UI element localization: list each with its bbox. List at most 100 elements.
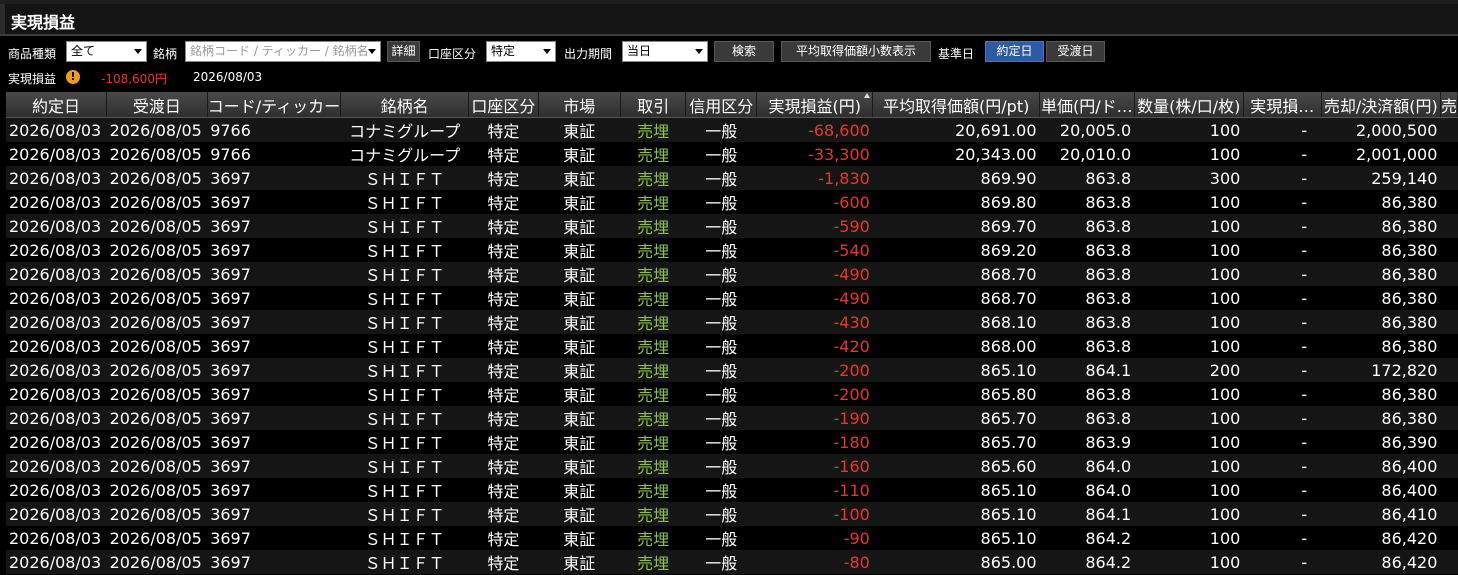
- cell-contract-date: 2026/08/03: [6, 334, 107, 358]
- cell-quantity: 100: [1134, 190, 1244, 214]
- cell-unit-price: 863.8: [1039, 286, 1135, 310]
- column-header-market[interactable]: 市場: [538, 92, 621, 118]
- cell-avg-price: 865.60: [872, 454, 1040, 478]
- cell-account-type: 特定: [468, 526, 538, 550]
- warning-icon[interactable]: !: [66, 70, 80, 84]
- column-header-unit-price[interactable]: 単価(円/ド…: [1039, 92, 1135, 118]
- cell-extra: [1440, 334, 1458, 358]
- cell-trade-type: 売埋: [620, 238, 686, 262]
- account-type-select[interactable]: 特定: [486, 41, 556, 62]
- cell-code: 3697: [207, 190, 341, 214]
- cell-realized-pl-2: -: [1243, 334, 1322, 358]
- table-row[interactable]: 2026/08/03 2026/08/05 3697 ＳＨＩＦＴ 特定 東証 売埋 一般 -60…: [6, 190, 1458, 214]
- table-row[interactable]: 2026/08/03 2026/08/05 3697 ＳＨＩＦＴ 特定 東証 売埋 一般 -49…: [6, 286, 1458, 310]
- cell-sell-amount: 86,380: [1321, 406, 1441, 430]
- table-row[interactable]: 2026/08/03 2026/08/05 3697 ＳＨＩＦＴ 特定 東証 売埋 一般 -42…: [6, 334, 1458, 358]
- title-accent: [0, 4, 5, 34]
- cell-stock-name: ＳＨＩＦＴ: [340, 238, 469, 262]
- cell-account-type: 特定: [468, 550, 538, 574]
- delivery-date-toggle[interactable]: 受渡日: [1046, 41, 1105, 62]
- title-bar: 実現損益: [0, 0, 1458, 36]
- cell-stock-name: ＳＨＩＦＴ: [340, 214, 469, 238]
- table-row[interactable]: 2026/08/03 2026/08/05 3697 ＳＨＩＦＴ 特定 東証 売埋 一般 -20…: [6, 382, 1458, 406]
- cell-delivery-date: 2026/08/05: [106, 382, 208, 406]
- cell-delivery-date: 2026/08/05: [106, 238, 208, 262]
- cell-stock-name: ＳＨＩＦＴ: [340, 190, 469, 214]
- table-row[interactable]: 2026/08/03 2026/08/05 3697 ＳＨＩＦＴ 特定 東証 売埋 一般 -20…: [6, 358, 1458, 382]
- table-row[interactable]: 2026/08/03 2026/08/05 3697 ＳＨＩＦＴ 特定 東証 売埋 一般 -11…: [6, 478, 1458, 502]
- table-row[interactable]: 2026/08/03 2026/08/05 3697 ＳＨＩＦＴ 特定 東証 売埋 一般 -49…: [6, 262, 1458, 286]
- cell-stock-name: ＳＨＩＦＴ: [340, 382, 469, 406]
- cell-trade-type: 売埋: [620, 310, 686, 334]
- cell-contract-date: 2026/08/03: [6, 382, 107, 406]
- table-row[interactable]: 2026/08/03 2026/08/05 3697 ＳＨＩＦＴ 特定 東証 売埋 一般 -19…: [6, 406, 1458, 430]
- table-row[interactable]: 2026/08/03 2026/08/05 3697 ＳＨＩＦＴ 特定 東証 売埋 一般 -10…: [6, 502, 1458, 526]
- cell-unit-price: 863.8: [1039, 334, 1135, 358]
- column-header-delivery-date[interactable]: 受渡日: [106, 92, 208, 118]
- cell-account-type: 特定: [468, 406, 538, 430]
- realized-pl-total: -108,600円: [101, 72, 167, 86]
- table-row[interactable]: 2026/08/03 2026/08/05 3697 ＳＨＩＦＴ 特定 東証 売埋 一般 -16…: [6, 454, 1458, 478]
- cell-market: 東証: [538, 358, 621, 382]
- cell-avg-price: 868.70: [872, 286, 1040, 310]
- cell-quantity: 100: [1134, 286, 1244, 310]
- cell-quantity: 100: [1134, 406, 1244, 430]
- cell-avg-price: 868.70: [872, 262, 1040, 286]
- cell-avg-price: 865.00: [872, 550, 1040, 574]
- cell-avg-price: 20,691.00: [872, 117, 1040, 142]
- cell-realized-pl-2: -: [1243, 190, 1322, 214]
- column-header-sell-amount[interactable]: 売却/決済額(円): [1321, 92, 1441, 118]
- cell-realized-pl-2: -: [1243, 502, 1322, 526]
- column-header-stock-name[interactable]: 銘柄名: [340, 92, 470, 118]
- table-row[interactable]: 2026/08/03 2026/08/05 3697 ＳＨＩＦＴ 特定 東証 売埋 一般 -18…: [6, 430, 1458, 454]
- contract-date-toggle[interactable]: 約定日: [985, 41, 1044, 62]
- cell-contract-date: 2026/08/03: [6, 238, 107, 262]
- table-row[interactable]: 2026/08/03 2026/08/05 3697 ＳＨＩＦＴ 特定 東証 売埋 一般 -54…: [6, 238, 1458, 262]
- cell-credit-type: 一般: [685, 214, 757, 238]
- stock-search-placeholder: 銘柄コード / ティッカー / 銘柄名: [190, 44, 369, 58]
- cell-realized-pl: -80: [756, 550, 873, 574]
- product-type-select[interactable]: 全て: [66, 41, 147, 62]
- average-decimal-button[interactable]: 平均取得価額小数表示: [781, 41, 931, 62]
- realized-pl-table: 約定日 受渡日 コード/ティッカー 銘柄名 口座区分 市場 取引 信用区分 実現損益(円) 平均取…: [6, 92, 1458, 574]
- cell-extra: [1440, 358, 1458, 382]
- cell-code: 3697: [207, 502, 341, 526]
- column-header-trade-type[interactable]: 取引: [620, 92, 687, 118]
- cell-delivery-date: 2026/08/05: [106, 334, 208, 358]
- column-header-contract-date[interactable]: 約定日: [6, 92, 108, 118]
- cell-market: 東証: [538, 142, 621, 166]
- cell-account-type: 特定: [468, 310, 538, 334]
- cell-realized-pl: -160: [756, 454, 873, 478]
- cell-contract-date: 2026/08/03: [6, 142, 107, 166]
- cell-unit-price: 863.8: [1039, 406, 1135, 430]
- cell-extra: [1440, 430, 1458, 454]
- output-period-label: 出力期間: [564, 47, 613, 61]
- table-row[interactable]: 2026/08/03 2026/08/05 9766 コナミグループ 特定 東証 売埋 一般 -…: [6, 117, 1458, 142]
- column-header-avg-price[interactable]: 平均取得価額(円/pt): [872, 92, 1041, 118]
- column-header-account-type[interactable]: 口座区分: [468, 92, 539, 118]
- cell-account-type: 特定: [468, 502, 538, 526]
- output-period-select[interactable]: 当日: [622, 41, 708, 62]
- cell-code: 3697: [207, 238, 341, 262]
- column-header-extra[interactable]: 売: [1440, 92, 1458, 118]
- column-header-credit-type[interactable]: 信用区分: [685, 92, 758, 118]
- cell-realized-pl-2: -: [1243, 142, 1322, 166]
- table-row[interactable]: 2026/08/03 2026/08/05 3697 ＳＨＩＦＴ 特定 東証 売埋 一般 -43…: [6, 310, 1458, 334]
- table-row[interactable]: 2026/08/03 2026/08/05 3697 ＳＨＩＦＴ 特定 東証 売埋 一般 -80…: [6, 550, 1458, 574]
- search-button[interactable]: 検索: [714, 41, 774, 62]
- column-header-quantity[interactable]: 数量(株/口/枚): [1134, 92, 1244, 118]
- cell-avg-price: 865.70: [872, 406, 1040, 430]
- table-row[interactable]: 2026/08/03 2026/08/05 9766 コナミグループ 特定 東証 売埋 一般 -…: [6, 142, 1458, 166]
- cell-code: 3697: [207, 406, 341, 430]
- table-row[interactable]: 2026/08/03 2026/08/05 3697 ＳＨＩＦＴ 特定 東証 売埋 一般 -59…: [6, 214, 1458, 238]
- chevron-down-icon: [695, 49, 703, 54]
- realized-pl-table-container[interactable]: 約定日 受渡日 コード/ティッカー 銘柄名 口座区分 市場 取引 信用区分 実現損益(円) 平均取…: [6, 92, 1458, 575]
- table-row[interactable]: 2026/08/03 2026/08/05 3697 ＳＨＩＦＴ 特定 東証 売埋 一般 -90…: [6, 526, 1458, 550]
- column-header-realized-pl[interactable]: 実現損益(円): [756, 92, 874, 118]
- detail-button[interactable]: 詳細: [387, 41, 420, 62]
- table-row[interactable]: 2026/08/03 2026/08/05 3697 ＳＨＩＦＴ 特定 東証 売埋 一般 -1,…: [6, 166, 1458, 190]
- column-header-code[interactable]: コード/ティッカー: [207, 92, 342, 118]
- stock-search-input[interactable]: 銘柄コード / ティッカー / 銘柄名: [185, 41, 381, 62]
- column-header-realized-pl-2[interactable]: 実現損…: [1243, 92, 1322, 118]
- cell-extra: [1440, 502, 1458, 526]
